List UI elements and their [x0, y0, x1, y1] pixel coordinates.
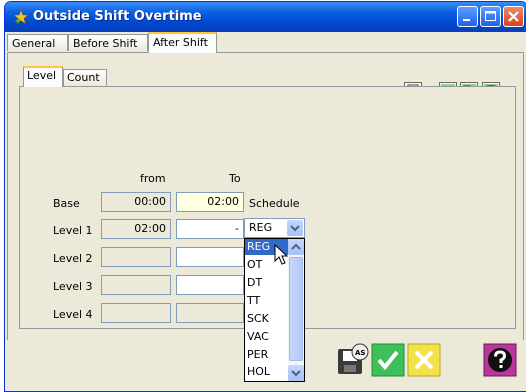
- schedule-label: Schedule: [249, 197, 300, 210]
- level-3-from-field: [101, 275, 171, 295]
- help-icon[interactable]: [483, 343, 517, 377]
- row-label-level-3: Level 3: [53, 280, 93, 293]
- option-sck[interactable]: SCK: [245, 311, 289, 327]
- close-button[interactable]: [503, 6, 524, 27]
- to-column-header: To: [229, 172, 241, 185]
- option-tt[interactable]: TT: [245, 293, 289, 309]
- maximize-button[interactable]: [480, 6, 501, 27]
- tab-before-shift[interactable]: Before Shift: [68, 34, 148, 51]
- svg-text:AS: AS: [355, 349, 365, 357]
- title-bar[interactable]: Outside Shift Overtime: [5, 2, 526, 32]
- level-2-to-field[interactable]: [176, 247, 244, 267]
- tab-count[interactable]: Count: [63, 69, 107, 86]
- tab-level[interactable]: Level: [23, 66, 63, 87]
- window-title: Outside Shift Overtime: [33, 9, 202, 24]
- level-4-from-field: [101, 303, 171, 323]
- option-hol[interactable]: HOL: [245, 364, 289, 380]
- base-to-field[interactable]: 02:00: [176, 192, 244, 212]
- level-2-from-field: [101, 247, 171, 267]
- level-1-from-field: 02:00: [101, 219, 171, 239]
- level-1-to-field[interactable]: -: [176, 219, 244, 239]
- level-3-to-field[interactable]: [176, 275, 244, 295]
- row-label-level-4: Level 4: [53, 308, 93, 321]
- level-4-to-field: [176, 303, 244, 323]
- schedule-select-value: REG: [249, 221, 273, 234]
- scrollbar-thumb[interactable]: [289, 257, 303, 361]
- dropdown-scrollbar[interactable]: [288, 239, 304, 381]
- base-from-field: 00:00: [101, 192, 171, 212]
- option-vac[interactable]: VAC: [245, 329, 289, 345]
- tab-general[interactable]: General: [7, 34, 68, 51]
- row-label-level-2: Level 2: [53, 252, 93, 265]
- schedule-select[interactable]: REG: [244, 218, 305, 238]
- save-as-icon[interactable]: AS: [335, 343, 369, 377]
- cancel-x-icon[interactable]: [407, 343, 441, 377]
- outer-tab-strip: General Before Shift After Shift: [5, 32, 526, 53]
- row-label-base: Base: [53, 197, 80, 210]
- from-column-header: from: [140, 172, 166, 185]
- tab-after-shift[interactable]: After Shift: [148, 32, 217, 53]
- star-icon: [13, 9, 29, 25]
- row-label-level-1: Level 1: [53, 224, 93, 237]
- scroll-up-icon[interactable]: [288, 239, 304, 255]
- option-per[interactable]: PER: [245, 347, 289, 363]
- chevron-down-icon[interactable]: [287, 220, 303, 236]
- ok-check-icon[interactable]: [371, 343, 405, 377]
- scroll-down-icon[interactable]: [288, 365, 304, 381]
- minimize-button[interactable]: [457, 6, 478, 27]
- mouse-pointer-icon: [274, 243, 289, 269]
- option-dt[interactable]: DT: [245, 275, 289, 291]
